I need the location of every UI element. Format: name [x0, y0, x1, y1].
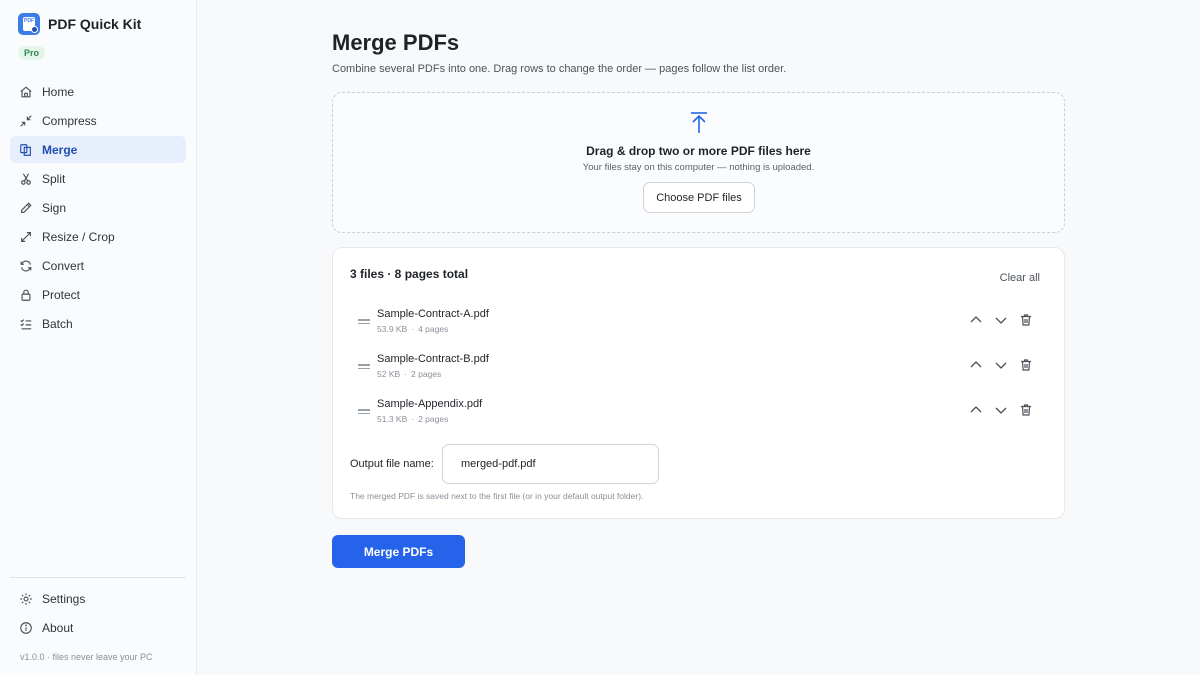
choose-files-button[interactable]: Choose PDF files — [643, 182, 755, 213]
file-size: 53.9 KB — [377, 324, 408, 334]
pro-badge: Pro — [18, 46, 46, 60]
merge-icon — [19, 143, 33, 157]
sidebar-item-label: Home — [42, 84, 75, 99]
sidebar-item-convert[interactable]: Convert — [10, 252, 186, 279]
file-row[interactable]: Sample-Appendix.pdf 51.3 KB · 2 pages — [333, 392, 1066, 432]
chevron-down-icon — [995, 362, 1007, 369]
sidebar-nav: Home Compress Merge Split Sign Resize / … — [10, 78, 186, 339]
sidebar-item-label: Settings — [42, 591, 86, 606]
move-down-button[interactable] — [993, 402, 1009, 418]
sidebar-item-split[interactable]: Split — [10, 165, 186, 192]
output-note: The merged PDF is saved next to the firs… — [350, 491, 644, 501]
version-note: v1.0.0 · files never leave your PC — [20, 652, 153, 662]
page-subtitle: Combine several PDFs into one. Drag rows… — [332, 63, 787, 75]
file-name: Sample-Contract-B.pdf — [377, 353, 489, 365]
file-size: 51.3 KB — [377, 414, 408, 424]
sidebar-item-label: Protect — [42, 287, 81, 302]
drag-handle-icon[interactable] — [358, 319, 370, 325]
file-size: 52 KB — [377, 369, 401, 379]
file-row[interactable]: Sample-Contract-B.pdf 52 KB · 2 pages — [333, 347, 1066, 387]
remove-file-button[interactable] — [1018, 312, 1034, 328]
home-icon — [19, 85, 33, 99]
sidebar-item-label: Convert — [42, 258, 85, 273]
trash-icon — [1021, 359, 1031, 371]
dropzone-title: Drag & drop two or more PDF files here — [586, 144, 811, 158]
remove-file-button[interactable] — [1018, 357, 1034, 373]
file-row[interactable]: Sample-Contract-A.pdf 53.9 KB · 4 pages — [333, 302, 1066, 342]
trash-icon — [1021, 314, 1031, 326]
file-meta: 53.9 KB · 4 pages — [377, 324, 449, 334]
file-dropzone[interactable]: Drag & drop two or more PDF files here Y… — [332, 92, 1065, 233]
move-up-button[interactable] — [968, 402, 984, 418]
file-pages: 2 pages — [411, 369, 442, 379]
lock-icon — [19, 288, 33, 302]
move-down-button[interactable] — [993, 312, 1009, 328]
drag-handle-icon[interactable] — [358, 409, 370, 415]
page-title: Merge PDFs — [332, 30, 460, 55]
upload-icon — [688, 111, 710, 135]
sidebar-item-label: Merge — [42, 142, 78, 157]
file-meta: 52 KB · 2 pages — [377, 369, 442, 379]
sidebar-item-compress[interactable]: Compress — [10, 107, 186, 134]
chevron-up-icon — [970, 406, 982, 413]
chevron-up-icon — [970, 316, 982, 323]
file-pages: 4 pages — [418, 324, 449, 334]
resize-icon — [19, 230, 33, 244]
sidebar-item-label: Sign — [42, 200, 67, 215]
output-file-name-input[interactable] — [442, 444, 659, 484]
sidebar-item-merge[interactable]: Merge — [10, 136, 186, 163]
sidebar-item-settings[interactable]: Settings — [10, 585, 186, 612]
drag-handle-icon[interactable] — [358, 364, 370, 370]
compress-icon — [19, 114, 33, 128]
remove-file-button[interactable] — [1018, 402, 1034, 418]
sidebar-item-label: Split — [42, 171, 66, 186]
sidebar-item-label: Resize / Crop — [42, 229, 115, 244]
app-name: PDF Quick Kit — [48, 16, 142, 32]
chevron-down-icon — [995, 317, 1007, 324]
sidebar-item-label: Batch — [42, 316, 73, 331]
sidebar-divider — [10, 577, 186, 578]
sidebar-item-home[interactable]: Home — [10, 78, 186, 105]
sidebar-item-protect[interactable]: Protect — [10, 281, 186, 308]
move-down-button[interactable] — [993, 357, 1009, 373]
convert-icon — [19, 259, 33, 273]
file-name: Sample-Contract-A.pdf — [377, 308, 489, 320]
file-list-card: 3 files · 8 pages total Clear all Sample… — [332, 247, 1065, 519]
sidebar-item-label: About — [42, 620, 74, 635]
move-up-button[interactable] — [968, 357, 984, 373]
info-icon — [19, 621, 33, 635]
sidebar-item-batch[interactable]: Batch — [10, 310, 186, 337]
dropzone-subtitle: Your files stay on this computer — nothi… — [582, 162, 815, 173]
sidebar-bottom-nav: Settings About — [10, 585, 186, 643]
clear-all-button[interactable]: Clear all — [1000, 272, 1040, 284]
sidebar: PDF PDF Quick Kit Pro Home Compress Merg… — [0, 0, 197, 675]
file-meta: 51.3 KB · 2 pages — [377, 414, 449, 424]
scissors-icon — [19, 172, 33, 186]
pen-icon — [19, 201, 33, 215]
brand: PDF PDF Quick Kit — [18, 13, 141, 35]
sidebar-item-resize-crop[interactable]: Resize / Crop — [10, 223, 186, 250]
file-name: Sample-Appendix.pdf — [377, 398, 483, 410]
trash-icon — [1021, 404, 1031, 416]
output-file-name-label: Output file name: — [350, 458, 434, 470]
sidebar-item-sign[interactable]: Sign — [10, 194, 186, 221]
sidebar-item-about[interactable]: About — [10, 614, 186, 641]
sidebar-item-label: Compress — [42, 113, 97, 128]
list-check-icon — [19, 317, 33, 331]
app-logo-icon: PDF — [18, 13, 40, 35]
chevron-down-icon — [995, 407, 1007, 414]
file-pages: 2 pages — [418, 414, 449, 424]
gear-icon — [19, 592, 33, 606]
chevron-up-icon — [970, 361, 982, 368]
files-summary: 3 files · 8 pages total — [350, 267, 469, 281]
move-up-button[interactable] — [968, 312, 984, 328]
merge-pdfs-button[interactable]: Merge PDFs — [332, 535, 465, 568]
